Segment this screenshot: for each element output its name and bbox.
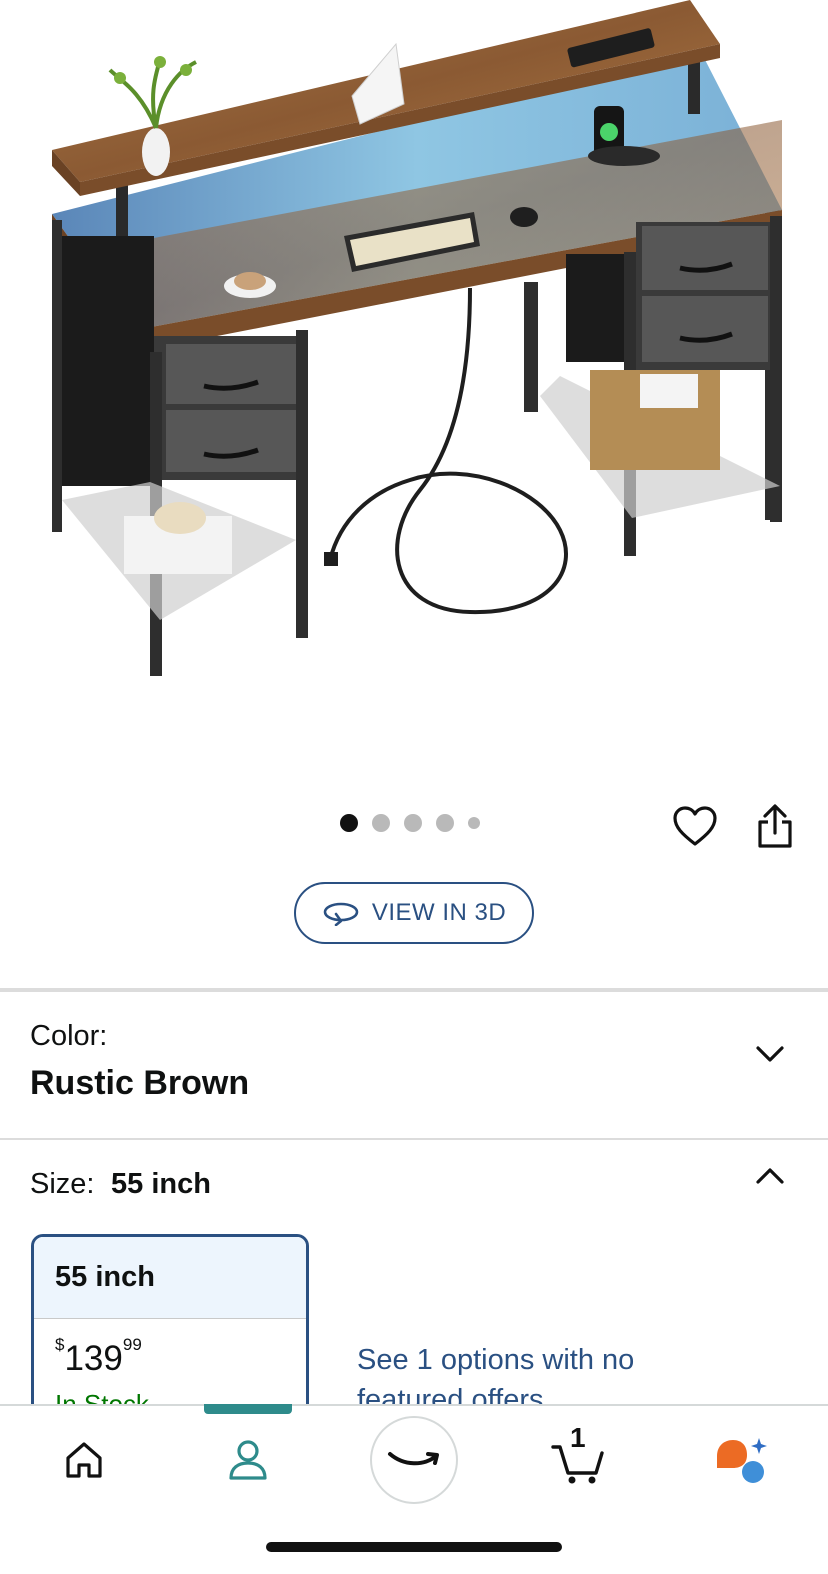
heart-icon	[673, 806, 717, 846]
nav-amazon[interactable]	[370, 1416, 458, 1504]
share-button[interactable]	[747, 798, 803, 854]
home-indicator	[266, 1542, 562, 1552]
chevron-down-icon[interactable]	[752, 1036, 788, 1072]
size-option-label: 55 inch	[34, 1237, 306, 1319]
chevron-up-icon[interactable]	[752, 1158, 788, 1194]
color-selector[interactable]: Color: Rustic Brown	[0, 992, 828, 1140]
nav-cart[interactable]: 1	[546, 1422, 610, 1492]
carousel-dot-2[interactable]	[372, 814, 390, 832]
price-symbol: $	[55, 1335, 65, 1354]
color-value: Rustic Brown	[30, 1064, 250, 1102]
size-label: Size:	[30, 1168, 95, 1200]
view-in-3d-label: VIEW IN 3D	[371, 899, 507, 926]
active-tab-indicator	[204, 1404, 292, 1414]
color-label: Color:	[30, 1020, 108, 1052]
share-icon	[758, 804, 792, 848]
wishlist-button[interactable]	[667, 798, 723, 854]
rufus-ai-icon	[717, 1438, 767, 1483]
rotate-3d-icon	[323, 902, 359, 926]
nav-account[interactable]	[216, 1428, 280, 1492]
size-option-price: $13999	[55, 1335, 142, 1379]
carousel-dot-5[interactable]	[468, 817, 480, 829]
amazon-smile-icon	[388, 1452, 439, 1466]
nav-home[interactable]	[52, 1428, 116, 1492]
carousel-dot-3[interactable]	[404, 814, 422, 832]
carousel-dot-1[interactable]	[340, 814, 358, 832]
user-icon	[229, 1440, 267, 1480]
carousel-dots[interactable]	[340, 814, 480, 832]
price-fraction: 99	[122, 1335, 142, 1354]
home-icon	[66, 1442, 102, 1478]
view-in-3d-button[interactable]: VIEW IN 3D	[294, 882, 534, 944]
product-image[interactable]	[0, 0, 828, 780]
carousel-dot-4[interactable]	[436, 814, 454, 832]
desk-illustration	[52, 0, 782, 676]
cart-count-badge: 1	[570, 1422, 586, 1453]
size-value: 55 inch	[111, 1168, 211, 1200]
nav-rufus[interactable]	[708, 1428, 772, 1492]
price-whole: 139	[64, 1339, 123, 1378]
